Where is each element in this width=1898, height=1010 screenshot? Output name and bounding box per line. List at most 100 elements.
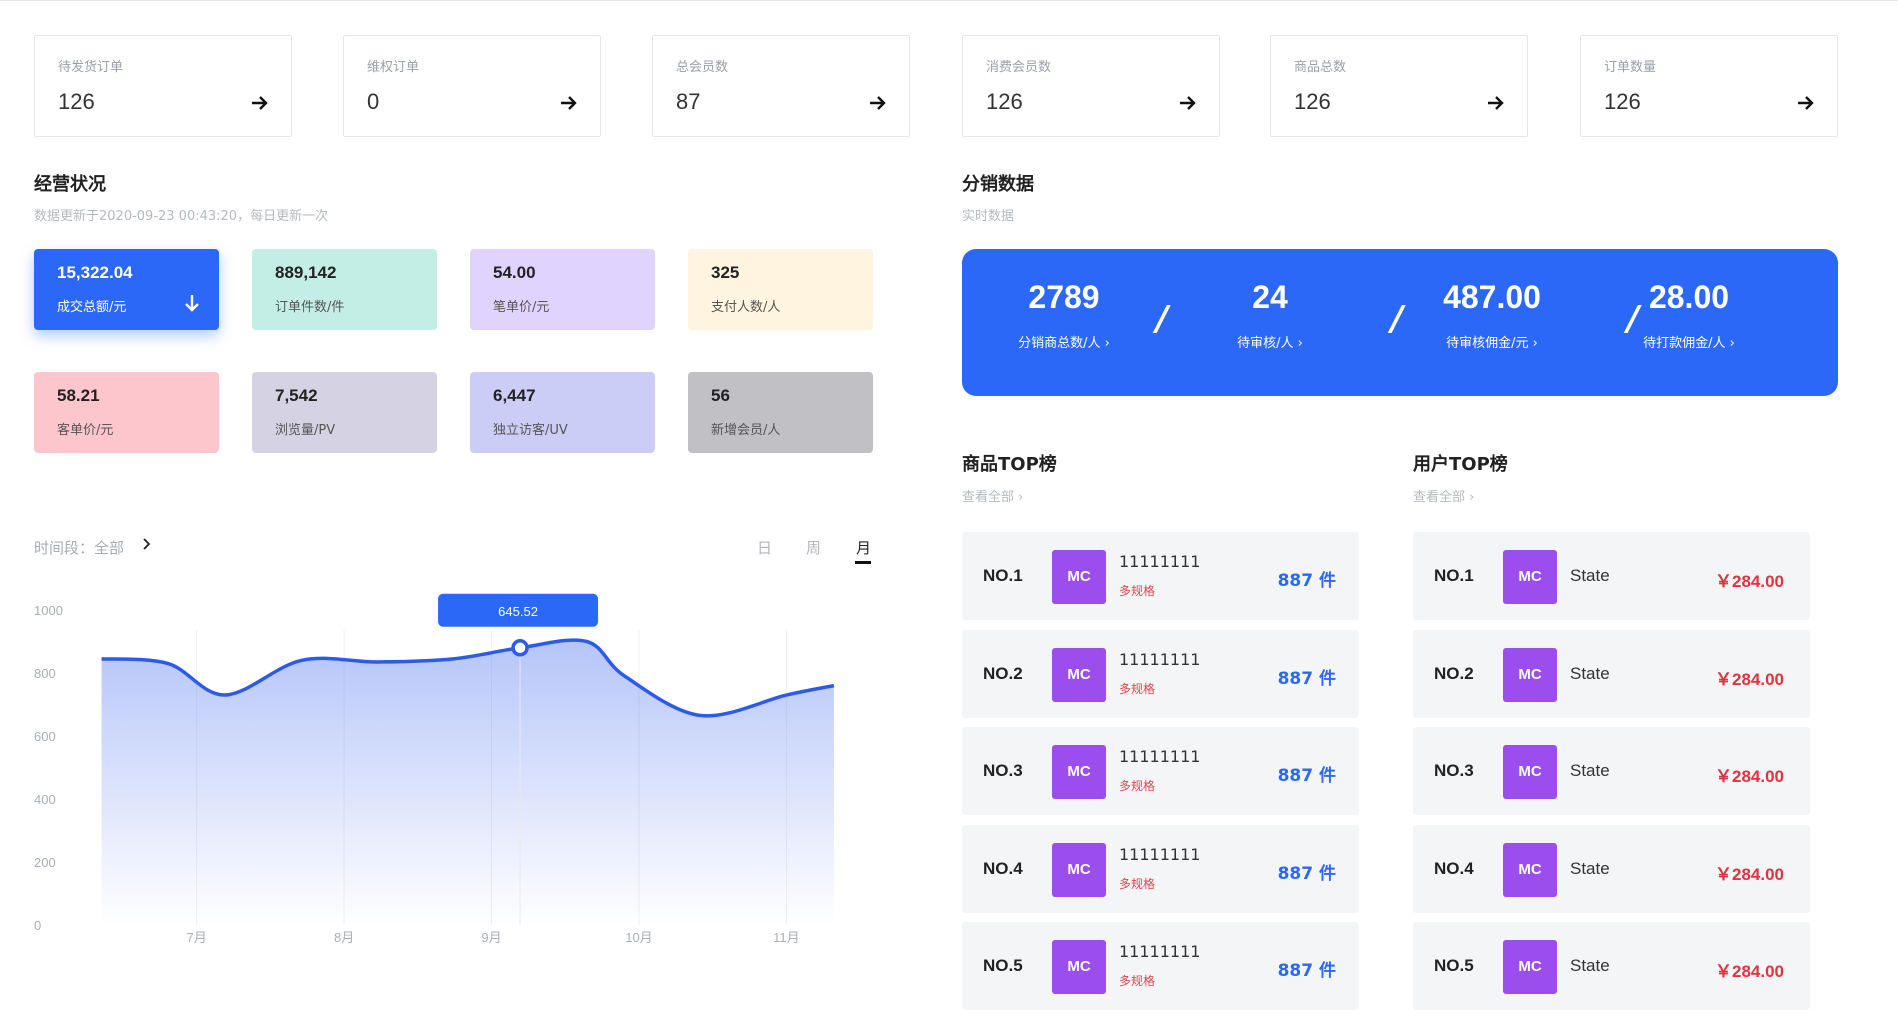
banner-item-distributors[interactable]: 2789 分销商总数/人 ›	[964, 279, 1164, 351]
tooltip-label: 645.52	[498, 604, 538, 619]
arrow-right-icon[interactable]	[869, 94, 887, 112]
x-tick-label: 10月	[625, 930, 652, 945]
product-row[interactable]: NO.3 MC 11111111 多规格 887 件	[962, 727, 1359, 815]
tile-label: 笔单价/元	[493, 300, 550, 315]
product-top-view-all[interactable]: 查看全部 ›	[962, 486, 1023, 505]
stat-value: 126	[986, 89, 1023, 114]
rank-label: NO.3	[1434, 761, 1474, 780]
product-count: 887 件	[1277, 669, 1336, 689]
tab-month[interactable]: 月	[856, 537, 871, 558]
user-top-view-all[interactable]: 查看全部 ›	[1413, 486, 1474, 505]
stat-value: 126	[1294, 89, 1331, 114]
distribution-subtitle: 实时数据	[962, 209, 1015, 224]
tile-payers[interactable]: 325 支付人数/人	[688, 249, 873, 330]
tile-new-members[interactable]: 56 新增会员/人	[688, 372, 873, 453]
stat-card-pending-shipment[interactable]: 待发货订单 126	[34, 35, 292, 137]
banner-item-pending-review[interactable]: 24 待审核/人 ›	[1170, 279, 1370, 351]
tile-per-customer[interactable]: 58.21 客单价/元	[34, 372, 219, 453]
tab-month-underline	[855, 561, 871, 564]
user-row[interactable]: NO.1 MC State ￥284.00	[1413, 532, 1810, 620]
y-tick-label: 1000	[34, 603, 63, 618]
stat-label: 维权订单	[367, 60, 420, 75]
product-row[interactable]: NO.2 MC 11111111 多规格 887 件	[962, 630, 1359, 718]
product-thumbnail: MC	[1052, 745, 1106, 799]
tile-order-items[interactable]: 889,142 订单件数/件	[252, 249, 437, 330]
arrow-down-icon	[185, 295, 199, 312]
rank-label: NO.2	[983, 664, 1023, 683]
period-selector[interactable]: 时间段：全部	[34, 537, 124, 558]
tile-gmv[interactable]: 15,322.04 成交总额/元	[34, 249, 219, 330]
user-avatar: MC	[1503, 940, 1557, 994]
tile-unique-visitors[interactable]: 6,447 独立访客/UV	[470, 372, 655, 453]
arrow-right-icon[interactable]	[560, 94, 578, 112]
arrow-right-icon[interactable]	[1797, 94, 1815, 112]
product-thumbnail: MC	[1052, 940, 1106, 994]
rank-label: NO.5	[983, 956, 1023, 975]
product-tag: 多规格	[1119, 877, 1156, 891]
tile-value: 58.21	[57, 386, 100, 405]
user-row[interactable]: NO.5 MC State ￥284.00	[1413, 922, 1810, 1010]
area-chart: 0 200 400 600 800 1000 7月 8月 9月 10月 11月 645.52	[34, 593, 835, 945]
tab-day[interactable]: 日	[757, 537, 772, 558]
tile-value: 7,542	[275, 386, 318, 405]
stat-card-total-products[interactable]: 商品总数 126	[1270, 35, 1528, 137]
product-count: 887 件	[1277, 571, 1336, 591]
chevron-right-icon[interactable]	[140, 537, 154, 551]
stat-label: 商品总数	[1294, 60, 1347, 75]
tile-avg-order-price[interactable]: 54.00 笔单价/元	[470, 249, 655, 330]
user-amount: ￥284.00	[1715, 572, 1784, 591]
y-tick-label: 200	[34, 855, 56, 870]
tile-value: 56	[711, 386, 730, 405]
tile-label: 成交总额/元	[57, 300, 127, 315]
user-row[interactable]: NO.3 MC State ￥284.00	[1413, 727, 1810, 815]
banner-value: 487.00	[1443, 279, 1541, 315]
user-row[interactable]: NO.2 MC State ￥284.00	[1413, 630, 1810, 718]
tile-pageviews[interactable]: 7,542 浏览量/PV	[252, 372, 437, 453]
rank-label: NO.1	[1434, 566, 1474, 585]
y-tick-label: 600	[34, 729, 56, 744]
x-tick-label: 9月	[481, 930, 501, 945]
product-count: 887 件	[1277, 961, 1336, 981]
banner-item-pending-payout[interactable]: 28.00 待打款佣金/人 ›	[1589, 279, 1789, 351]
stat-card-total-members[interactable]: 总会员数 87	[652, 35, 910, 137]
product-count: 887 件	[1277, 766, 1336, 786]
business-updated: 数据更新于2020-09-23 00:43:20，每日更新一次	[34, 209, 329, 224]
tile-label: 浏览量/PV	[275, 423, 336, 438]
tile-label: 独立访客/UV	[493, 423, 568, 438]
user-top-title: 用户TOP榜	[1413, 454, 1508, 475]
rank-label: NO.4	[983, 859, 1023, 878]
top-divider	[0, 0, 1898, 1]
product-tag: 多规格	[1119, 584, 1156, 598]
user-avatar: MC	[1503, 648, 1557, 702]
banner-item-pending-commission[interactable]: 487.00 待审核佣金/元 ›	[1392, 279, 1592, 351]
user-amount: ￥284.00	[1715, 767, 1784, 786]
stat-label: 订单数量	[1604, 60, 1657, 75]
tooltip-point	[511, 639, 529, 657]
arrow-right-icon[interactable]	[251, 94, 269, 112]
user-avatar: MC	[1503, 745, 1557, 799]
product-count: 887 件	[1277, 864, 1336, 884]
user-amount: ￥284.00	[1715, 670, 1784, 689]
product-thumbnail: MC	[1052, 550, 1106, 604]
arrow-right-icon[interactable]	[1179, 94, 1197, 112]
banner-label: 待审核佣金/元 ›	[1446, 336, 1538, 351]
user-row[interactable]: NO.4 MC State ￥284.00	[1413, 825, 1810, 913]
product-thumbnail: MC	[1052, 648, 1106, 702]
stat-card-paying-members[interactable]: 消费会员数 126	[962, 35, 1220, 137]
distribution-title: 分销数据	[962, 174, 1034, 195]
y-tick-label: 800	[34, 666, 56, 681]
series-area	[101, 640, 834, 925]
user-avatar: MC	[1503, 550, 1557, 604]
stat-card-dispute-orders[interactable]: 维权订单 0	[343, 35, 601, 137]
product-row[interactable]: NO.4 MC 11111111 多规格 887 件	[962, 825, 1359, 913]
product-row[interactable]: NO.5 MC 11111111 多规格 887 件	[962, 922, 1359, 1010]
stat-label: 消费会员数	[986, 60, 1052, 75]
x-tick-label: 7月	[187, 930, 207, 945]
arrow-right-icon[interactable]	[1487, 94, 1505, 112]
tile-value: 54.00	[493, 263, 536, 282]
user-name: State	[1570, 859, 1610, 878]
stat-card-order-count[interactable]: 订单数量 126	[1580, 35, 1838, 137]
product-row[interactable]: NO.1 MC 11111111 多规格 887 件	[962, 532, 1359, 620]
tab-week[interactable]: 周	[806, 537, 821, 558]
x-tick-label: 8月	[334, 930, 354, 945]
